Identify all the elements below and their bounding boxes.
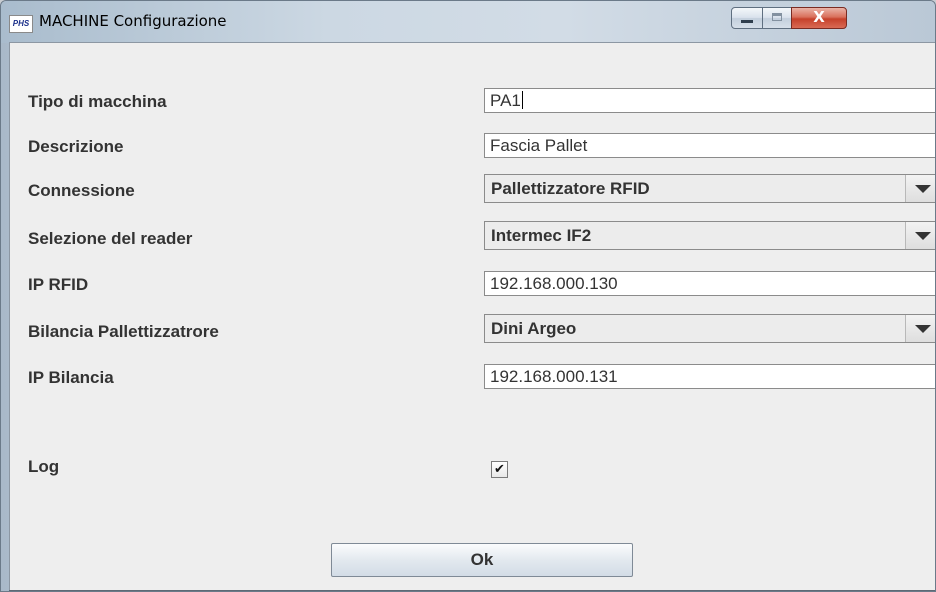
- ip-scale-label: IP Bilancia: [28, 368, 114, 387]
- phs-logo-icon: PHS: [9, 15, 33, 33]
- maximize-button[interactable]: [762, 7, 792, 29]
- text-caret: [521, 91, 523, 109]
- close-button[interactable]: X: [791, 7, 847, 29]
- reader-select[interactable]: Intermec IF2: [484, 221, 935, 250]
- title-bar[interactable]: PHS MACHINE Configurazione X: [1, 1, 935, 43]
- ok-button[interactable]: Ok: [331, 543, 633, 577]
- minimize-icon: [741, 20, 753, 23]
- connection-selected-value: Pallettizzatore RFID: [491, 179, 650, 198]
- log-checkbox[interactable]: ✔: [491, 461, 508, 478]
- close-icon: X: [813, 8, 825, 26]
- description-input[interactable]: Fascia Pallet: [484, 133, 935, 158]
- minimize-button[interactable]: [731, 7, 763, 29]
- machine-type-value: PA1: [490, 91, 521, 110]
- config-window: PHS MACHINE Configurazione X Tipo di mac…: [0, 0, 936, 592]
- log-label: Log: [28, 457, 60, 476]
- checkmark-icon: ✔: [494, 462, 505, 477]
- dropdown-arrow-icon[interactable]: [905, 175, 935, 202]
- reader-label: Selezione del reader: [28, 229, 193, 248]
- machine-type-label: Tipo di macchina: [28, 92, 167, 111]
- machine-type-input[interactable]: PA1: [484, 88, 935, 113]
- connection-select[interactable]: Pallettizzatore RFID: [484, 174, 935, 203]
- connection-label: Connessione: [28, 181, 135, 200]
- dropdown-arrow-icon[interactable]: [905, 315, 935, 342]
- scale-selected-value: Dini Argeo: [491, 319, 577, 338]
- scale-select[interactable]: Dini Argeo: [484, 314, 935, 343]
- ip-rfid-input[interactable]: 192.168.000.130: [484, 271, 935, 296]
- scale-label: Bilancia Pallettizzatrore: [28, 322, 219, 341]
- window-title: MACHINE Configurazione: [39, 12, 227, 30]
- description-label: Descrizione: [28, 137, 124, 156]
- ip-scale-input[interactable]: 192.168.000.131: [484, 364, 935, 389]
- ip-rfid-label: IP RFID: [28, 275, 89, 294]
- dropdown-arrow-icon[interactable]: [905, 222, 935, 249]
- form-panel: Tipo di macchina PA1 Descrizione Fascia …: [9, 42, 935, 591]
- maximize-icon: [772, 13, 782, 21]
- reader-selected-value: Intermec IF2: [491, 226, 592, 245]
